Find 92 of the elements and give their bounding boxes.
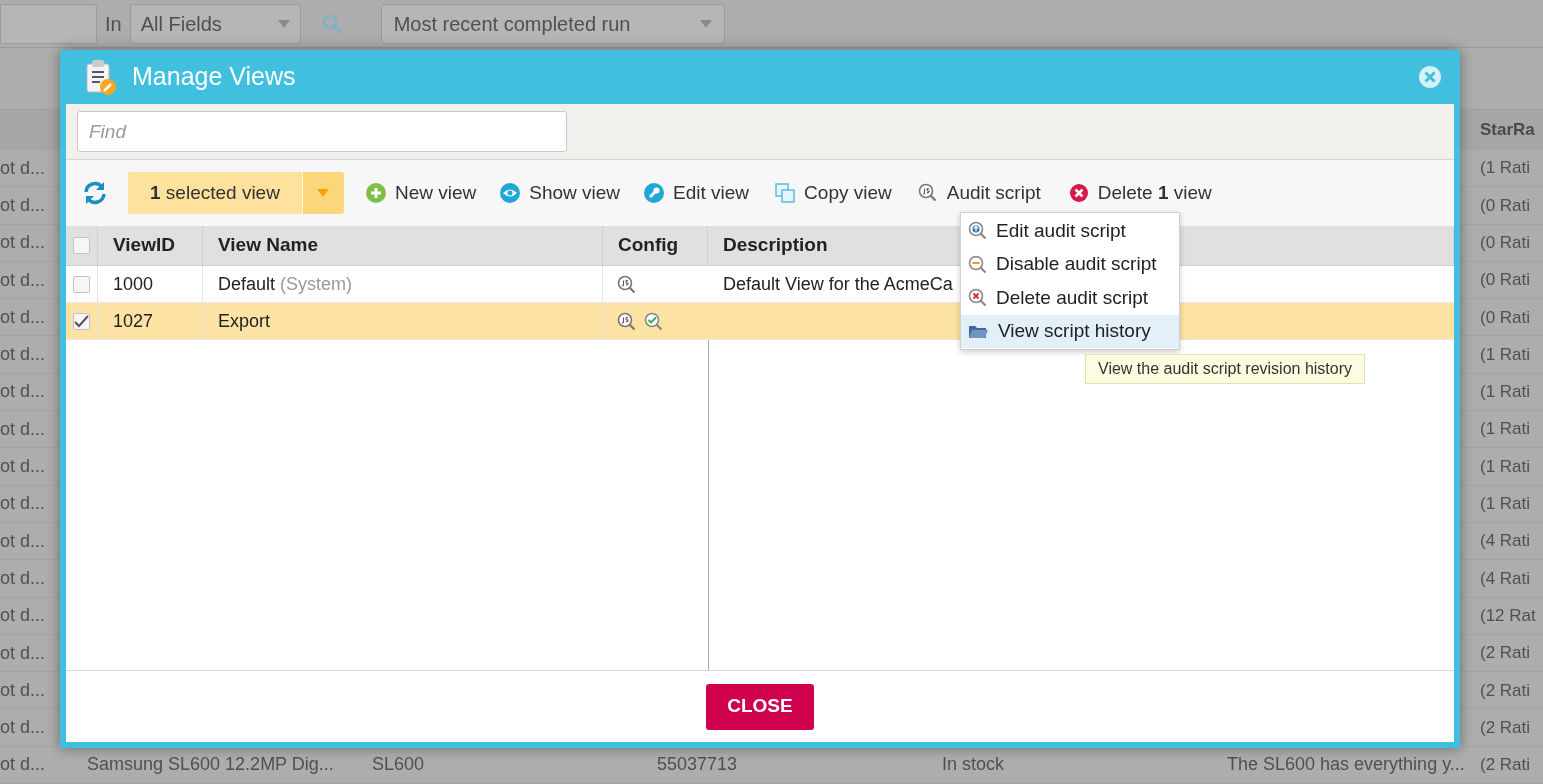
- table-cell-text: 55037713: [656, 753, 739, 777]
- table-cell-text: (2 Rati: [1479, 679, 1532, 702]
- table-cell-text: Default View for the AcmeCa: [723, 272, 953, 296]
- copy-toolbar-button[interactable]: Copy view: [775, 178, 892, 208]
- table-cell-text: ot d...: [0, 193, 47, 217]
- table-cell-text: ot d...: [0, 678, 47, 702]
- table-cell-text: Export: [218, 309, 271, 333]
- table-cell-text: (1 Rati: [1479, 455, 1532, 478]
- checkbox[interactable]: [73, 237, 90, 254]
- table-cell-text: (1 Rati: [1479, 493, 1532, 516]
- caret-icon: [317, 189, 330, 197]
- close-button[interactable]: CLOSE: [706, 683, 814, 730]
- minus-search-icon: [968, 254, 987, 274]
- refresh-icon[interactable]: [82, 180, 108, 206]
- column-header: StarRa: [1479, 119, 1536, 142]
- table-cell-text: In stock: [941, 753, 1006, 777]
- table-cell-text: ot d...: [0, 753, 47, 777]
- checkbox[interactable]: [73, 275, 90, 293]
- table-cell-text: ot d...: [0, 455, 47, 478]
- table-cell-text: ot d...: [0, 641, 47, 665]
- table-cell-text: 1027: [113, 309, 154, 333]
- table-cell-text: ot d...: [0, 380, 47, 404]
- search-icon[interactable]: [320, 12, 343, 35]
- delete-toolbar-button[interactable]: Delete 1 view: [1068, 178, 1212, 208]
- search-field[interactable]: [0, 3, 97, 44]
- wrench-icon: [644, 183, 665, 203]
- table-cell-text: (0 Rati: [1479, 269, 1532, 292]
- menu-item[interactable]: View script history: [961, 314, 1179, 348]
- table-cell-text: ot d...: [0, 716, 47, 740]
- column-header[interactable]: Config: [618, 231, 679, 260]
- column-header[interactable]: View Name: [218, 231, 318, 260]
- table-cell-text: (2 Rati: [1479, 642, 1532, 665]
- table-cell-text: 1000: [113, 272, 154, 296]
- table-cell-text: (4 Rati: [1479, 567, 1532, 590]
- table-cell-text: ot d...: [0, 492, 47, 516]
- selected-views-button[interactable]: 1 selected view: [128, 172, 302, 214]
- table-cell-text: (2 Rati: [1479, 754, 1532, 777]
- table-cell-text: Samsung SL600 12.2MP Dig...: [86, 753, 335, 777]
- table-cell-text: The SL600 has everything y...: [1226, 753, 1466, 777]
- table-cell-text: (0 Rati: [1479, 232, 1532, 254]
- script-search-icon: [917, 183, 938, 203]
- audit-toolbar-button[interactable]: Audit script: [917, 178, 1041, 208]
- menu-item[interactable]: Edit audit script: [961, 214, 1179, 248]
- plus-icon: [365, 183, 386, 203]
- column-header[interactable]: Description: [723, 231, 828, 260]
- table-cell-text: ot d...: [0, 604, 47, 628]
- document-edit-icon: [84, 58, 116, 96]
- table-cell-text: (4 Rati: [1479, 530, 1532, 553]
- table-cell-text: (12 Rat: [1479, 604, 1537, 627]
- table-cell-text: (0 Rati: [1479, 194, 1532, 217]
- table-cell-text: ot d...: [0, 566, 47, 590]
- delete-icon: [1068, 183, 1089, 203]
- table-cell-text: ot d...: [0, 305, 47, 329]
- menu-item[interactable]: Disable audit script: [961, 247, 1179, 281]
- new-toolbar-button[interactable]: New view: [365, 178, 477, 208]
- in-label: In: [105, 11, 122, 37]
- script-search-icon: [617, 274, 636, 294]
- cross-search-icon: [968, 288, 987, 308]
- copy-icon: [775, 183, 796, 203]
- run-select[interactable]: Most recent completed run: [380, 3, 725, 44]
- close-icon[interactable]: [1418, 65, 1442, 89]
- checkmark-search-icon: [644, 311, 663, 331]
- table-cell-text: (1 Rati: [1479, 381, 1532, 404]
- table-cell-text: (2 Rati: [1479, 716, 1532, 739]
- table-cell-text: SL600: [371, 753, 426, 777]
- table-cell-text: ot d...: [0, 231, 47, 255]
- table-cell-text: ot d...: [0, 343, 47, 367]
- caret-icon: [277, 19, 290, 28]
- table-cell-text: Default (System): [218, 272, 353, 296]
- column-header[interactable]: ViewID: [113, 231, 175, 260]
- table-cell-text: (0 Rati: [1479, 306, 1532, 329]
- show-toolbar-button[interactable]: Show view: [500, 178, 621, 208]
- table-cell-text: ot d...: [0, 529, 47, 553]
- tooltip: View the audit script revision history: [1085, 354, 1366, 384]
- checkmark-icon: [74, 314, 89, 328]
- table-cell-text: (1 Rati: [1479, 157, 1532, 180]
- menu-item[interactable]: Delete audit script: [961, 281, 1179, 315]
- table-cell-text: ot d...: [0, 417, 47, 441]
- find-field[interactable]: Find: [77, 111, 567, 152]
- table-cell-text: ot d...: [0, 156, 47, 180]
- script-search-icon: [617, 311, 636, 331]
- table-cell-text: ot d...: [0, 268, 47, 292]
- arrow-up-search-icon: [968, 221, 987, 241]
- dropdown-button[interactable]: [301, 172, 344, 214]
- field-select[interactable]: All Fields: [129, 3, 301, 44]
- caret-icon: [699, 19, 712, 28]
- dialog-title: Manage Views: [132, 61, 297, 93]
- table-cell-text: (1 Rati: [1479, 418, 1532, 441]
- eye-icon: [500, 183, 521, 203]
- checkbox[interactable]: [73, 312, 90, 330]
- edit-toolbar-button[interactable]: Edit view: [644, 178, 750, 208]
- table-cell-text: (1 Rati: [1479, 343, 1532, 366]
